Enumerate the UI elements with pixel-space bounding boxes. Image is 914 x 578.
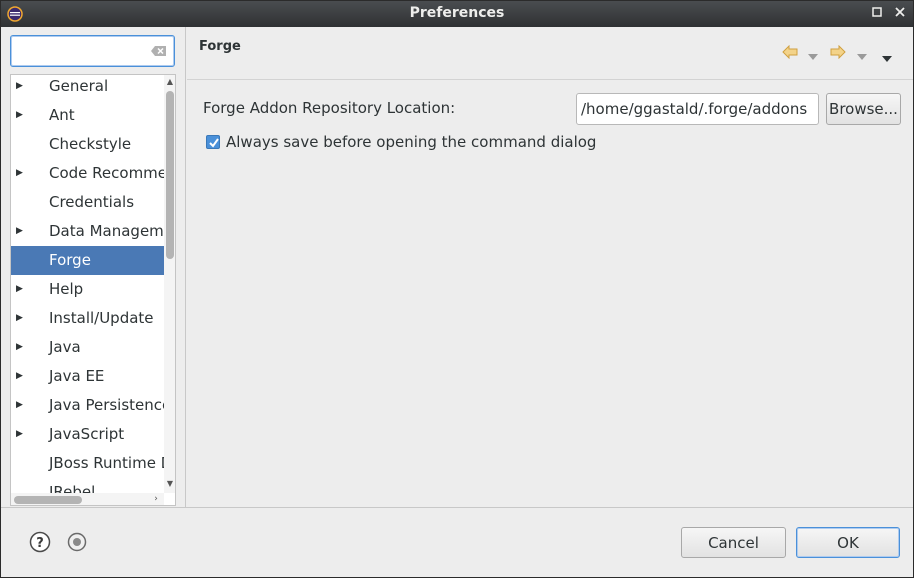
clear-text-icon[interactable]	[151, 45, 167, 57]
filter-field[interactable]	[10, 35, 175, 67]
ok-button[interactable]: OK	[796, 527, 900, 558]
tree-item-label: Code Recommenders	[49, 164, 164, 182]
header-divider	[187, 79, 913, 80]
tree-item-label: JavaScript	[49, 425, 125, 443]
category-panel: ▶ General ▶ Ant Checkstyle ▶ Code Recommenders…	[1, 27, 186, 507]
tree-item-label: Install/Update	[49, 309, 154, 327]
tree-item-label: Java EE	[49, 367, 105, 385]
tree-item-label: Data Management	[49, 222, 164, 240]
tree-item[interactable]: ▶ Ant	[11, 101, 164, 130]
tree-item-label: Forge	[49, 251, 91, 269]
tree-item[interactable]: ▶ Java Persistence	[11, 391, 164, 420]
tree-item-label: General	[49, 77, 109, 95]
expand-arrow-icon[interactable]: ▶	[16, 275, 26, 304]
tree-item[interactable]: ▶ Install/Update	[11, 304, 164, 333]
svg-text:?: ?	[36, 536, 44, 551]
tree-item-label: Help	[49, 280, 84, 298]
always-save-label[interactable]: Always save before opening the command d…	[226, 133, 596, 151]
cancel-button[interactable]: Cancel	[681, 527, 786, 558]
tree-item[interactable]: ▶ Java EE	[11, 362, 164, 391]
expand-arrow-icon[interactable]: ▶	[16, 391, 26, 420]
tree-item-label: Ant	[49, 106, 75, 124]
tree-item[interactable]: ▶ Code Recommenders	[11, 159, 164, 188]
expand-arrow-icon[interactable]: ▶	[16, 304, 26, 333]
scrollbar-thumb[interactable]	[166, 91, 174, 259]
tree-item-label: Java Persistence	[49, 396, 164, 414]
close-icon[interactable]	[893, 6, 907, 20]
tree-item-label: Checkstyle	[49, 135, 132, 153]
view-menu-icon[interactable]	[882, 51, 892, 71]
forward-arrow-icon[interactable]	[830, 44, 846, 65]
filter-input[interactable]	[15, 40, 145, 62]
window-title: Preferences	[409, 5, 505, 21]
page-title: Forge	[199, 39, 241, 54]
tree-item[interactable]: JBoss Runtime Detection	[11, 449, 164, 478]
preference-page: Forge Forge Addon Repository Location: B…	[187, 27, 913, 507]
button-bar-divider	[1, 507, 913, 508]
vertical-scrollbar[interactable]: ▲ ▼	[164, 75, 175, 493]
browse-button[interactable]: Browse...	[826, 93, 901, 125]
repository-location-label: Forge Addon Repository Location:	[203, 99, 456, 117]
hscrollbar-thumb[interactable]	[14, 496, 82, 504]
tree-item[interactable]: ▶ JavaScript	[11, 420, 164, 449]
expand-arrow-icon[interactable]: ▶	[16, 217, 26, 246]
scroll-up-icon[interactable]: ▲	[165, 77, 175, 89]
minimize-icon[interactable]	[870, 6, 884, 20]
expand-arrow-icon[interactable]: ▶	[16, 159, 26, 188]
expand-arrow-icon[interactable]: ▶	[16, 75, 26, 101]
title-bar: Preferences	[1, 1, 913, 27]
tree-item[interactable]: Credentials	[11, 188, 164, 217]
tree-item-label: Java	[49, 338, 81, 356]
tree-item[interactable]: Checkstyle	[11, 130, 164, 159]
help-icon[interactable]: ?	[29, 531, 51, 553]
repository-location-input[interactable]	[576, 93, 819, 125]
back-history-dropdown-icon[interactable]	[808, 49, 818, 69]
expand-arrow-icon[interactable]: ▶	[16, 420, 26, 449]
tree-item[interactable]: ▶ Data Management	[11, 217, 164, 246]
always-save-checkbox[interactable]	[206, 135, 220, 149]
scroll-right-icon[interactable]: ›	[151, 493, 161, 505]
expand-arrow-icon[interactable]: ▶	[16, 362, 26, 391]
tree-item[interactable]: ▶ Java	[11, 333, 164, 362]
tree-item[interactable]: ▶ General	[11, 75, 164, 101]
tree-item[interactable]: Forge	[11, 246, 164, 275]
preferences-window: Preferences ▶ General ▶ Ant Checkstyle ▶ Code …	[0, 0, 914, 578]
expand-arrow-icon[interactable]: ▶	[16, 101, 26, 130]
back-arrow-icon[interactable]	[782, 44, 798, 65]
horizontal-scrollbar[interactable]: ‹ ›	[11, 493, 164, 505]
tree-item[interactable]: ▶ Help	[11, 275, 164, 304]
import-export-icon[interactable]	[67, 532, 87, 552]
forward-history-dropdown-icon[interactable]	[857, 49, 867, 69]
tree-item-label: Credentials	[49, 193, 135, 211]
scroll-down-icon[interactable]: ▼	[165, 479, 175, 491]
category-tree: ▶ General ▶ Ant Checkstyle ▶ Code Recommenders…	[10, 74, 176, 506]
expand-arrow-icon[interactable]: ▶	[16, 333, 26, 362]
tree-item-label: JBoss Runtime Detection	[49, 454, 164, 472]
